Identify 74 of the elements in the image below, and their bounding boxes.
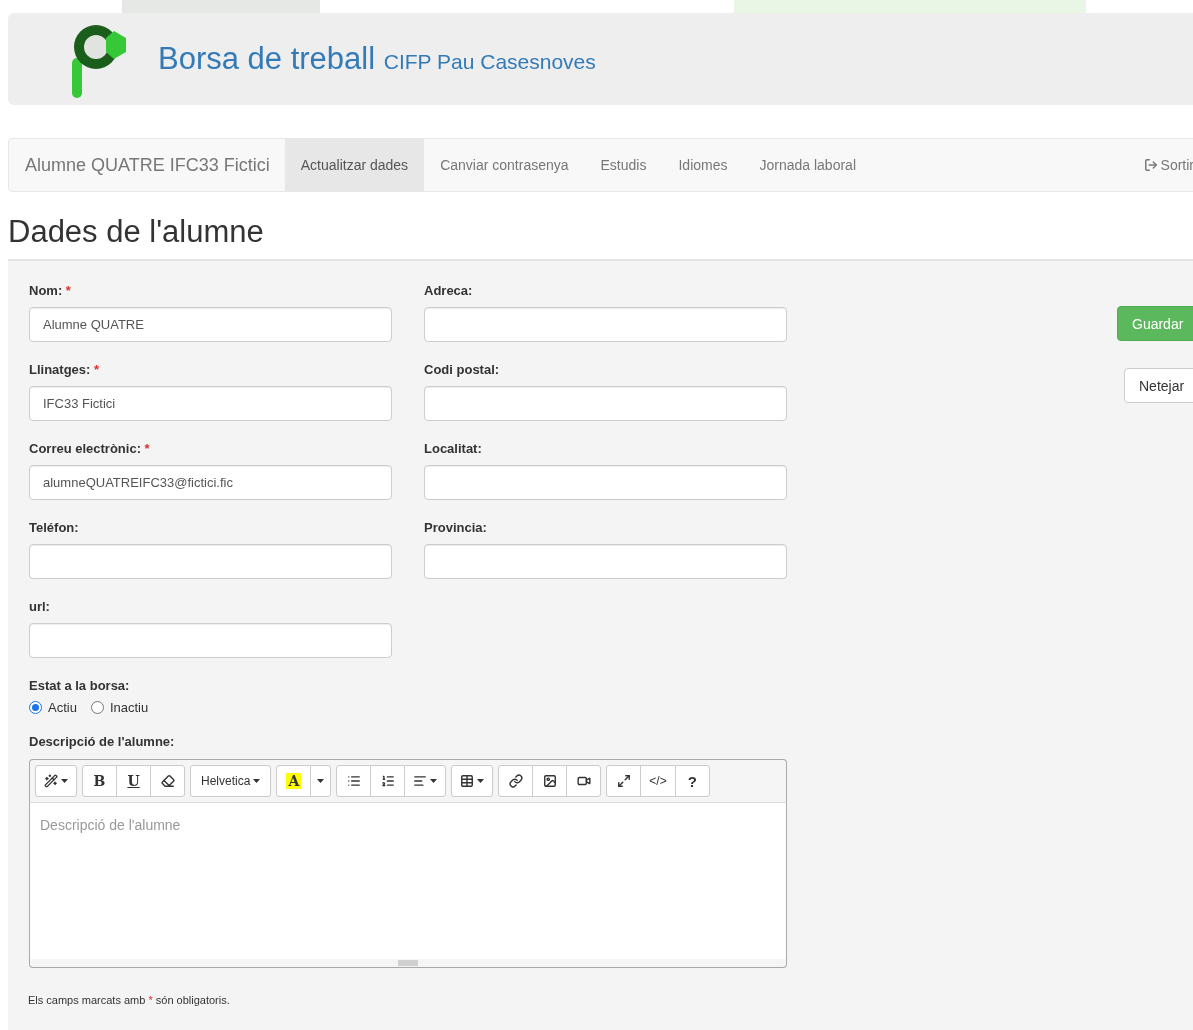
align-icon	[413, 774, 428, 788]
field-label: Provincia:	[424, 520, 488, 535]
code-view-button[interactable]: </>	[640, 765, 676, 797]
clear-format-button[interactable]	[150, 765, 185, 797]
radio-button[interactable]	[90, 701, 104, 714]
required-note: Els camps marcats amb * són obligatoris.	[28, 994, 231, 1006]
resize-handle-icon[interactable]	[398, 960, 418, 966]
site-title: Borsa de treball CIFP Pau Casesnoves	[158, 41, 596, 77]
nav-tab[interactable]: Jornada laboral	[743, 139, 872, 191]
radio-label: Inactiu	[109, 700, 149, 715]
radio-button[interactable]	[29, 701, 42, 714]
caret-icon	[61, 779, 68, 783]
field-label: Codi postal:	[424, 362, 501, 377]
bullet-list-icon	[346, 774, 361, 788]
required-mark: *	[94, 362, 100, 377]
site-subtitle: CIFP Pau Casesnoves	[383, 50, 596, 73]
numbered-list-button[interactable]	[370, 765, 406, 797]
nav-tab[interactable]: Idiomes	[662, 139, 744, 191]
align-button[interactable]	[404, 765, 447, 797]
field-label: Localitat:	[424, 441, 483, 456]
text-field[interactable]	[424, 386, 787, 421]
expand-icon	[616, 774, 631, 788]
field-label: Nom: *	[29, 283, 72, 298]
caret-icon	[430, 779, 438, 783]
field-label: url:	[29, 599, 51, 614]
field-label: Estat a la borsa:	[29, 678, 131, 693]
field-label: Correu electrònic: *	[29, 441, 151, 456]
logout-icon	[1143, 158, 1158, 172]
text-field[interactable]	[424, 544, 787, 579]
text-field[interactable]: IFC33 Fictici	[29, 386, 392, 421]
text-field[interactable]	[424, 465, 787, 500]
link-icon	[508, 774, 523, 788]
nav-tab[interactable]: Estudis	[584, 139, 663, 191]
text-field[interactable]	[424, 307, 787, 342]
text-field[interactable]: alumneQUATREIFC33@fictici.fic	[29, 465, 392, 500]
page-heading: Dades de l'alumne	[8, 214, 265, 251]
nav-tab[interactable]: Canviar contrasenya	[424, 139, 585, 191]
video-button[interactable]	[566, 765, 602, 797]
table-button[interactable]	[451, 765, 494, 797]
link-button[interactable]	[498, 765, 534, 797]
image-button[interactable]	[532, 765, 568, 797]
field-label: Descripció de l'alumne:	[29, 734, 176, 749]
caret-icon	[477, 779, 485, 783]
underline-button[interactable]: U	[116, 765, 151, 797]
eraser-icon	[160, 774, 175, 788]
field-label: Adreca:	[424, 283, 474, 298]
text-field[interactable]	[29, 544, 392, 579]
field-label: Llinatges: *	[29, 362, 101, 377]
description-field[interactable]: Descripció de l'alumne	[29, 803, 787, 959]
table-icon	[460, 774, 475, 788]
help-button[interactable]: ?	[674, 765, 710, 797]
image-icon	[542, 774, 557, 788]
caret-icon	[317, 779, 325, 783]
text-field[interactable]: Alumne QUATRE	[29, 307, 392, 342]
text-field[interactable]	[29, 623, 392, 658]
video-icon	[576, 774, 591, 788]
required-mark: *	[144, 441, 150, 456]
bold-button[interactable]: B	[82, 765, 117, 797]
caret-icon	[253, 779, 261, 783]
required-mark: *	[65, 283, 71, 298]
bullet-list-button[interactable]	[336, 765, 372, 797]
color-menu-button[interactable]	[310, 765, 332, 797]
logout-link[interactable]: Sortir	[1143, 139, 1193, 191]
radio-label: Actiu	[48, 700, 77, 715]
font-button[interactable]: Helvetica	[190, 765, 272, 797]
navbar-brand[interactable]: Alumne QUATRE IFC33 Fictici	[9, 139, 285, 191]
fullscreen-button[interactable]	[606, 765, 642, 797]
style-button[interactable]	[35, 765, 77, 797]
color-button[interactable]: A	[276, 765, 312, 797]
nav-tab[interactable]: Actualitzar dades	[284, 139, 425, 191]
field-label: Teléfon:	[29, 520, 80, 535]
clear-button[interactable]: Netejar	[1124, 368, 1193, 403]
magic-wand-icon	[44, 774, 58, 788]
numbered-list-icon	[380, 774, 395, 788]
